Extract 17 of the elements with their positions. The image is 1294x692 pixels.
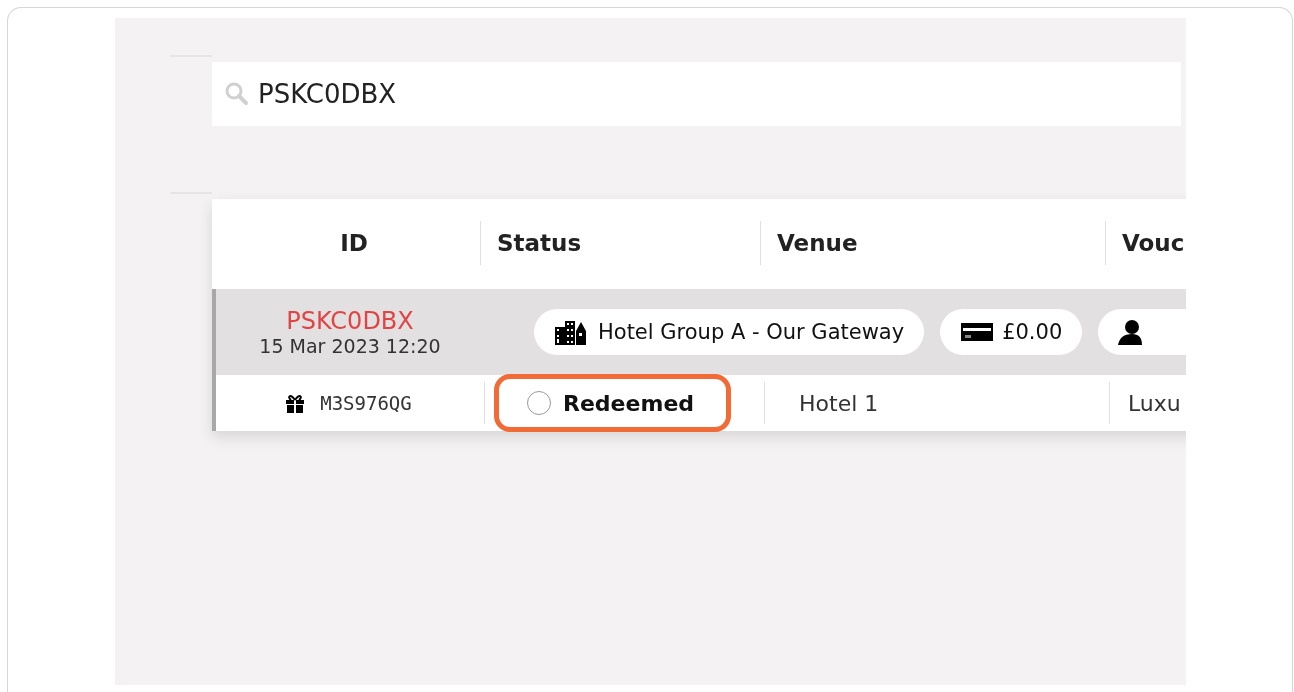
voucher-cell: Luxu (1109, 382, 1186, 424)
payment-pill: £0.00 (940, 309, 1083, 355)
venue-cell: Hotel 1 (764, 382, 1109, 424)
column-header: Status (480, 221, 760, 265)
search-field[interactable]: PSKC0DBX (212, 62, 1181, 126)
person-icon (1118, 319, 1143, 345)
venue-pill: Hotel Group A - Our Gateway (534, 309, 925, 355)
gift-icon (284, 392, 307, 414)
column-header: Venue (760, 221, 1105, 265)
status-text: Redeemed (563, 390, 695, 416)
status-circle-icon (527, 391, 551, 415)
column-header: Vouc (1105, 221, 1186, 265)
column-header: ID (339, 229, 369, 258)
voucher-code: M3S976QG (320, 392, 412, 414)
booking-date: 15 Mar 2023 12:20 (259, 335, 441, 357)
search-icon (224, 81, 250, 107)
credit-card-icon (960, 321, 995, 343)
